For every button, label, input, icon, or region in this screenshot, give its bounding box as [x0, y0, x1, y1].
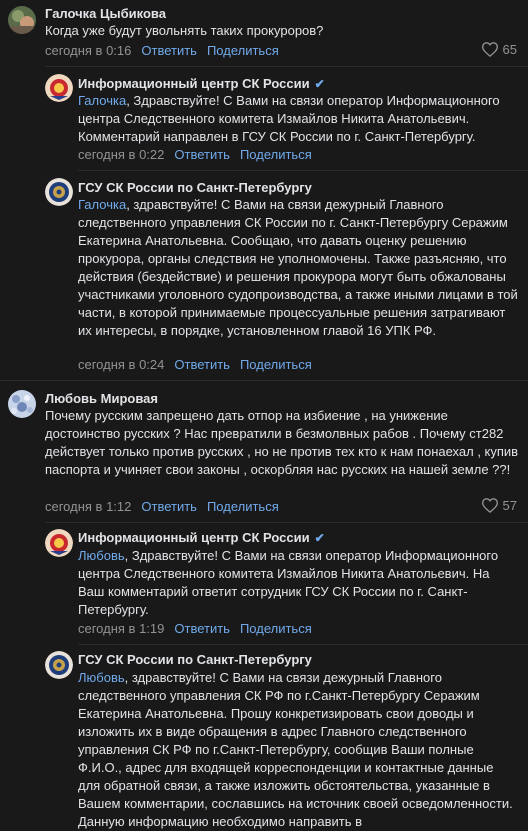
reply-button[interactable]: Ответить [141, 43, 197, 58]
share-button[interactable]: Поделиться [207, 43, 279, 58]
reply-button[interactable]: Ответить [174, 621, 230, 636]
reply-author[interactable]: ГСУ СК России по Санкт-Петербургу [78, 652, 312, 667]
share-button[interactable]: Поделиться [240, 147, 312, 162]
reply-button[interactable]: Ответить [141, 499, 197, 514]
reply-meta: сегодня в 0:22 Ответить Поделиться [78, 147, 312, 162]
reply-button[interactable]: Ответить [174, 357, 230, 372]
divider [45, 66, 528, 67]
reply-button[interactable]: Ответить [174, 147, 230, 162]
like-button[interactable]: 65 [481, 42, 517, 57]
like-button[interactable]: 57 [481, 498, 517, 513]
divider [0, 380, 528, 381]
mention-link[interactable]: Галочка [78, 93, 126, 108]
comment-text: Когда уже будут увольнять таких прокурор… [45, 23, 324, 38]
reply-author[interactable]: Информационный центр СК России ✔ [78, 76, 325, 91]
reply-meta: сегодня в 0:24 Ответить Поделиться [78, 357, 312, 372]
divider [45, 522, 528, 523]
reply-time[interactable]: сегодня в 0:22 [78, 147, 164, 162]
comment-time[interactable]: сегодня в 0:16 [45, 43, 131, 58]
avatar[interactable] [45, 651, 73, 679]
like-count: 57 [502, 498, 517, 513]
avatar[interactable] [45, 74, 73, 102]
comment-author[interactable]: Любовь Мировая [45, 391, 158, 406]
divider [78, 170, 528, 171]
comment-text: Почему русским запрещено дать отпор на и… [45, 408, 519, 477]
share-button[interactable]: Поделиться [240, 357, 312, 372]
mention-link[interactable]: Галочка [78, 197, 126, 212]
mention-link[interactable]: Любовь [78, 670, 125, 685]
reply-text: Галочка, здравствуйте! С Вами на связи д… [78, 197, 518, 338]
heart-icon [481, 42, 498, 57]
avatar[interactable] [8, 6, 36, 34]
reply-author[interactable]: ГСУ СК России по Санкт-Петербургу [78, 180, 312, 195]
reply-time[interactable]: сегодня в 0:24 [78, 357, 164, 372]
reply-author[interactable]: Информационный центр СК России ✔ [78, 530, 325, 545]
mention-link[interactable]: Любовь [78, 548, 125, 563]
share-button[interactable]: Поделиться [207, 499, 279, 514]
reply-text: Галочка, Здравствуйте! С Вами на связи о… [78, 93, 500, 144]
avatar[interactable] [45, 178, 73, 206]
divider [78, 644, 528, 645]
reply-meta: сегодня в 1:19 Ответить Поделиться [78, 621, 312, 636]
comment-meta: сегодня в 1:12 Ответить Поделиться [45, 499, 279, 514]
heart-icon [481, 498, 498, 513]
comment-meta: сегодня в 0:16 Ответить Поделиться [45, 43, 279, 58]
share-button[interactable]: Поделиться [240, 621, 312, 636]
avatar[interactable] [45, 529, 73, 557]
verified-icon: ✔ [314, 77, 325, 91]
comment-author[interactable]: Галочка Цыбикова [45, 6, 166, 21]
comment-time[interactable]: сегодня в 1:12 [45, 499, 131, 514]
verified-icon: ✔ [314, 531, 325, 545]
like-count: 65 [502, 42, 517, 57]
reply-text: Любовь, Здравствуйте! С Вами на связи оп… [78, 548, 499, 617]
reply-time[interactable]: сегодня в 1:19 [78, 621, 164, 636]
reply-text: Любовь, здравствуйте! С Вами на связи де… [78, 670, 513, 829]
avatar[interactable] [8, 390, 36, 418]
